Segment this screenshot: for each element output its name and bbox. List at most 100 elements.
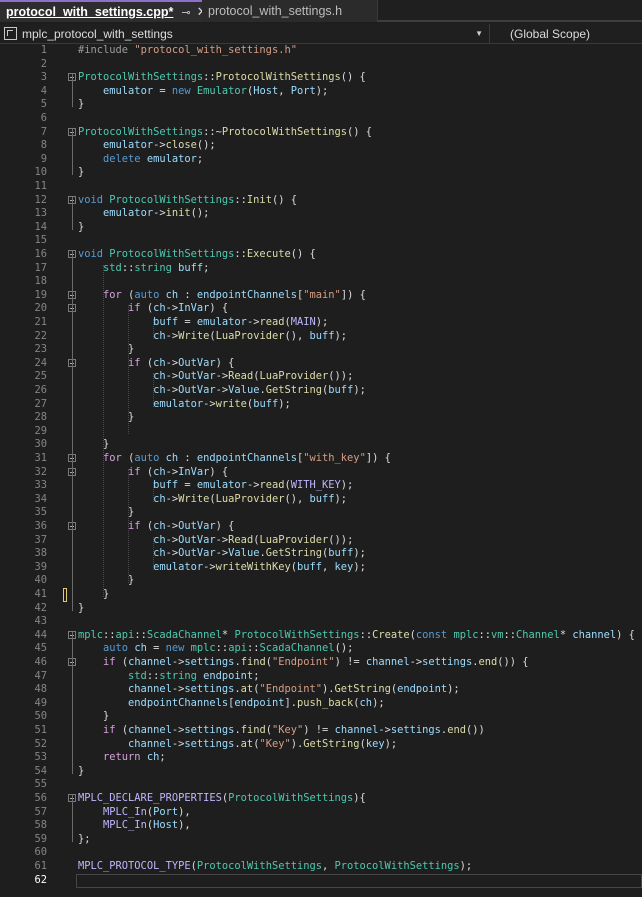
code-line[interactable]: 55 xyxy=(0,778,642,792)
code-token: ); xyxy=(447,683,460,696)
code-line[interactable]: 48 channel->settings.at("Endpoint").GetS… xyxy=(0,683,642,697)
code-line[interactable]: 40 } xyxy=(0,574,642,588)
code-token: ch xyxy=(146,751,160,764)
code-line[interactable]: 42} xyxy=(0,602,642,616)
code-token: } xyxy=(78,710,110,723)
code-line[interactable]: 47 std::string endpoint; xyxy=(0,670,642,684)
pin-icon[interactable]: ⊸ xyxy=(181,6,190,19)
code-line[interactable]: 50 } xyxy=(0,710,642,724)
project-dropdown[interactable]: mplc_protocol_with_settings ▼ xyxy=(0,23,490,44)
code-line[interactable]: 19 for (auto ch : endpointChannels["main… xyxy=(0,289,642,303)
code-line[interactable]: 36 if (ch->OutVar) { xyxy=(0,520,642,534)
code-line[interactable]: 25 ch->OutVar->Read(LuaProvider()); xyxy=(0,370,642,384)
code-line[interactable]: 52 channel->settings.at("Key").GetString… xyxy=(0,738,642,752)
code-token: ) { xyxy=(215,356,235,369)
code-token: key xyxy=(365,737,385,750)
code-token: (), xyxy=(284,329,310,342)
scope-dropdown[interactable]: (Global Scope) xyxy=(490,27,590,41)
code-line[interactable]: 2 xyxy=(0,58,642,72)
code-line[interactable]: 31 for (auto ch : endpointChannels["with… xyxy=(0,452,642,466)
code-line[interactable]: 62 xyxy=(0,873,642,888)
code-line[interactable]: 7 ProtocolWithSettings::~ProtocolWithSett… xyxy=(0,126,642,140)
code-text: auto ch = new mplc::api::ScadaChannel(); xyxy=(78,642,353,656)
code-line[interactable]: 29 xyxy=(0,425,642,439)
code-line[interactable]: 58 MPLC_In(Host), xyxy=(0,819,642,833)
code-line[interactable]: 53 return ch; xyxy=(0,751,642,765)
code-token: * xyxy=(559,628,573,641)
code-token: ScadaChannel xyxy=(259,642,335,655)
code-line[interactable]: 1 #include "protocol_with_settings.h" xyxy=(0,44,642,58)
code-line[interactable]: 6 xyxy=(0,112,642,126)
code-line[interactable]: 24 if (ch->OutVar) { xyxy=(0,357,642,371)
code-text: emulator->write(buff); xyxy=(78,398,291,412)
line-number: 24 xyxy=(34,356,47,369)
scope-label: (Global Scope) xyxy=(510,26,591,41)
chevron-down-icon[interactable]: ▼ xyxy=(475,29,483,38)
code-token: ; xyxy=(196,152,204,165)
tab-protocol-with-settings-cpp[interactable]: protocol_with_settings.cpp* ⊸ ✕ xyxy=(0,0,208,22)
code-line[interactable]: 45 auto ch = new mplc::api::ScadaChannel… xyxy=(0,642,642,656)
code-editor[interactable]: 1 #include "protocol_with_settings.h" 2 3 Pr… xyxy=(0,44,642,897)
code-line[interactable]: 60 xyxy=(0,846,642,860)
code-line[interactable]: 9 delete emulator; xyxy=(0,153,642,167)
code-line[interactable]: 14} xyxy=(0,221,642,235)
code-line[interactable]: 8 emulator->close(); xyxy=(0,139,642,153)
code-line[interactable]: 37 ch->OutVar->Read(LuaProvider()); xyxy=(0,534,642,548)
code-line[interactable]: 22 ch->Write(LuaProvider(), buff); xyxy=(0,330,642,344)
code-line[interactable]: 56 MPLC_DECLARE_PROPERTIES(ProtocolWithSe… xyxy=(0,792,642,806)
code-token: find xyxy=(240,656,266,668)
code-line[interactable]: 18 xyxy=(0,275,642,289)
code-token: find xyxy=(240,724,266,736)
code-token: ) != xyxy=(303,724,335,736)
code-token: -> xyxy=(153,207,166,220)
code-line[interactable]: 35 } xyxy=(0,506,642,520)
code-line[interactable]: 28 } xyxy=(0,411,642,425)
code-line[interactable]: 46 if (channel->settings.find("Endpoint"… xyxy=(0,656,642,670)
code-line[interactable]: 13 emulator->init(); xyxy=(0,207,642,221)
code-text: emulator->init(); xyxy=(78,207,209,221)
code-token: -> xyxy=(171,737,185,750)
code-line[interactable]: 49 endpointChannels[endpoint].push_back(… xyxy=(0,697,642,711)
code-line[interactable]: 4 emulator = new Emulator(Host, Port); xyxy=(0,85,642,99)
line-number: 41 xyxy=(34,588,47,600)
code-line[interactable]: 10} xyxy=(0,166,642,180)
line-number: 59 xyxy=(34,832,47,845)
code-line[interactable]: 26 ch->OutVar->Value.GetString(buff); xyxy=(0,384,642,398)
code-line[interactable]: 43 xyxy=(0,615,642,629)
code-line[interactable]: 20 if (ch->InVar) { xyxy=(0,302,642,316)
code-line[interactable]: 54} xyxy=(0,765,642,779)
code-line[interactable]: 59}; xyxy=(0,833,642,847)
code-token: ProtocolWithSettings xyxy=(334,860,460,872)
code-line[interactable]: 16 void ProtocolWithSettings::Execute() { xyxy=(0,248,642,262)
code-line[interactable]: 27 emulator->write(buff); xyxy=(0,398,642,412)
code-token: -> xyxy=(215,384,229,396)
code-line[interactable]: 12 void ProtocolWithSettings::Init() { xyxy=(0,194,642,208)
code-token: LuaProvider xyxy=(259,370,329,383)
code-line[interactable]: 41 } xyxy=(0,588,642,602)
code-token: ); xyxy=(353,384,366,396)
code-token: new xyxy=(165,642,191,655)
code-line[interactable]: 39 emulator->writeWithKey(buff, key); xyxy=(0,561,642,575)
tab-protocol-with-settings-h[interactable]: protocol_with_settings.h xyxy=(202,0,378,22)
code-line[interactable]: 21 buff = emulator->read(MAIN); xyxy=(0,316,642,330)
code-line[interactable]: 38 ch->OutVar->Value.GetString(buff); xyxy=(0,547,642,561)
code-line[interactable]: 5} xyxy=(0,98,642,112)
code-text: delete emulator; xyxy=(78,153,203,167)
code-line[interactable]: 57 MPLC_In(Port), xyxy=(0,806,642,820)
code-line[interactable]: 15 xyxy=(0,234,642,248)
code-token: buff xyxy=(309,492,335,505)
code-line[interactable]: 30 } xyxy=(0,438,642,452)
code-line[interactable]: 32 if (ch->InVar) { xyxy=(0,466,642,480)
code-text: MPLC_In(Port), xyxy=(78,806,191,820)
code-token: channel xyxy=(128,737,172,750)
code-line[interactable]: 44 mplc::api::ScadaChannel* ProtocolWithS… xyxy=(0,629,642,643)
code-line[interactable]: 11 xyxy=(0,180,642,194)
code-line[interactable]: 51 if (channel->settings.find("Key") != … xyxy=(0,724,642,738)
code-token: write xyxy=(215,397,247,410)
code-line[interactable]: 34 ch->Write(LuaProvider(), buff); xyxy=(0,493,642,507)
code-line[interactable]: 17 std::string buff; xyxy=(0,262,642,276)
code-line[interactable]: 33 buff = emulator->read(WITH_KEY); xyxy=(0,479,642,493)
code-line[interactable]: 3 ProtocolWithSettings::ProtocolWithSetti… xyxy=(0,71,642,85)
code-line[interactable]: 23 } xyxy=(0,343,642,357)
code-line[interactable]: 61 MPLC_PROTOCOL_TYPE(ProtocolWithSetting… xyxy=(0,860,642,874)
